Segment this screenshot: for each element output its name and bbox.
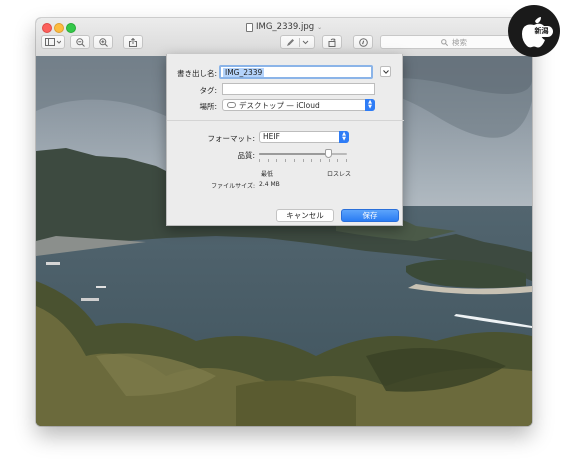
sidebar-icon: [45, 38, 61, 46]
slider-tick: [276, 159, 278, 162]
search-field[interactable]: 検索: [380, 35, 528, 49]
format-popup-stepper-icon: ▲ ▼: [339, 131, 349, 143]
quality-max-label: ロスレス: [327, 171, 352, 178]
export-name-value: IMG_2339: [223, 68, 265, 77]
preview-window: IMG_2339.jpg ⌄ 検索 書き出し名: IMG_2339 タグ: 場所…: [36, 18, 532, 426]
where-popup[interactable]: デスクトップ — iCloud ▲ ▼: [222, 99, 375, 111]
slider-tick: [285, 159, 287, 162]
zoom-out-icon: [75, 37, 85, 47]
quality-slider-knob[interactable]: [324, 149, 332, 158]
minimize-window-button[interactable]: [54, 23, 64, 33]
share-icon: [129, 37, 137, 47]
where-popup-stepper-icon: ▲ ▼: [365, 99, 375, 111]
watermark-badge: 新潟: [530, 26, 553, 37]
zoom-in-button[interactable]: [93, 35, 113, 49]
slider-tick: [293, 159, 295, 162]
document-icon: [246, 22, 253, 32]
search-placeholder: 検索: [452, 37, 467, 47]
titlebar: IMG_2339.jpg ⌄ 検索: [36, 18, 532, 57]
format-value: HEIF: [263, 132, 280, 141]
where-value: デスクトップ — iCloud: [239, 100, 320, 110]
slider-tick: [311, 159, 313, 162]
export-name-field[interactable]: IMG_2339: [219, 65, 373, 79]
chevron-down-icon: [382, 69, 389, 74]
title-chevron-icon: ⌄: [317, 23, 323, 31]
sidebar-toggle-button[interactable]: [41, 35, 65, 49]
cloud-icon: [227, 102, 236, 108]
quality-min-label: 最低: [261, 171, 274, 178]
slider-tick: [302, 159, 304, 162]
export-sheet: 書き出し名: IMG_2339 タグ: 場所: デスクトップ — iCloud …: [166, 54, 404, 226]
tags-field[interactable]: [222, 83, 375, 95]
slider-tick: [259, 159, 260, 162]
format-popup[interactable]: HEIF ▲ ▼: [259, 131, 349, 143]
share-button[interactable]: [123, 35, 143, 49]
slider-tick: [337, 159, 339, 162]
rotate-icon: [328, 37, 336, 47]
quality-slider-ticks: [259, 159, 347, 162]
markup-toolbox-button[interactable]: [353, 35, 373, 49]
quality-label: 品質:: [237, 151, 255, 160]
quality-slider-fill: [259, 153, 328, 155]
rotate-button[interactable]: [322, 35, 342, 49]
close-window-button[interactable]: [42, 23, 52, 33]
expand-dialog-button[interactable]: [380, 66, 391, 77]
pen-icon: [286, 37, 308, 47]
quality-slider[interactable]: [259, 149, 347, 158]
save-button[interactable]: 保存: [341, 209, 399, 222]
slider-tick: [319, 159, 321, 162]
tags-label: タグ:: [199, 86, 217, 95]
zoom-in-icon: [98, 37, 108, 47]
document-title[interactable]: IMG_2339.jpg ⌄: [246, 21, 322, 33]
search-icon: [441, 38, 448, 46]
export-as-label: 書き出し名:: [176, 69, 217, 78]
document-title-text: IMG_2339.jpg: [256, 22, 315, 32]
file-size-label: ファイルサイズ:: [211, 183, 255, 190]
sheet-divider: [167, 120, 404, 121]
cancel-button[interactable]: キャンセル: [276, 209, 334, 222]
slider-tick: [346, 159, 347, 162]
markup-pen-button[interactable]: [280, 35, 315, 49]
format-label: フォーマット:: [207, 134, 255, 143]
zoom-window-button[interactable]: [66, 23, 76, 33]
slider-tick: [267, 159, 269, 162]
where-label: 場所:: [199, 102, 217, 111]
slider-tick: [328, 159, 330, 162]
site-watermark: 新潟: [508, 5, 560, 57]
zoom-out-button[interactable]: [70, 35, 90, 49]
file-size-value: 2.4 MB: [259, 181, 280, 188]
markup-toolbox-icon: [358, 37, 368, 47]
